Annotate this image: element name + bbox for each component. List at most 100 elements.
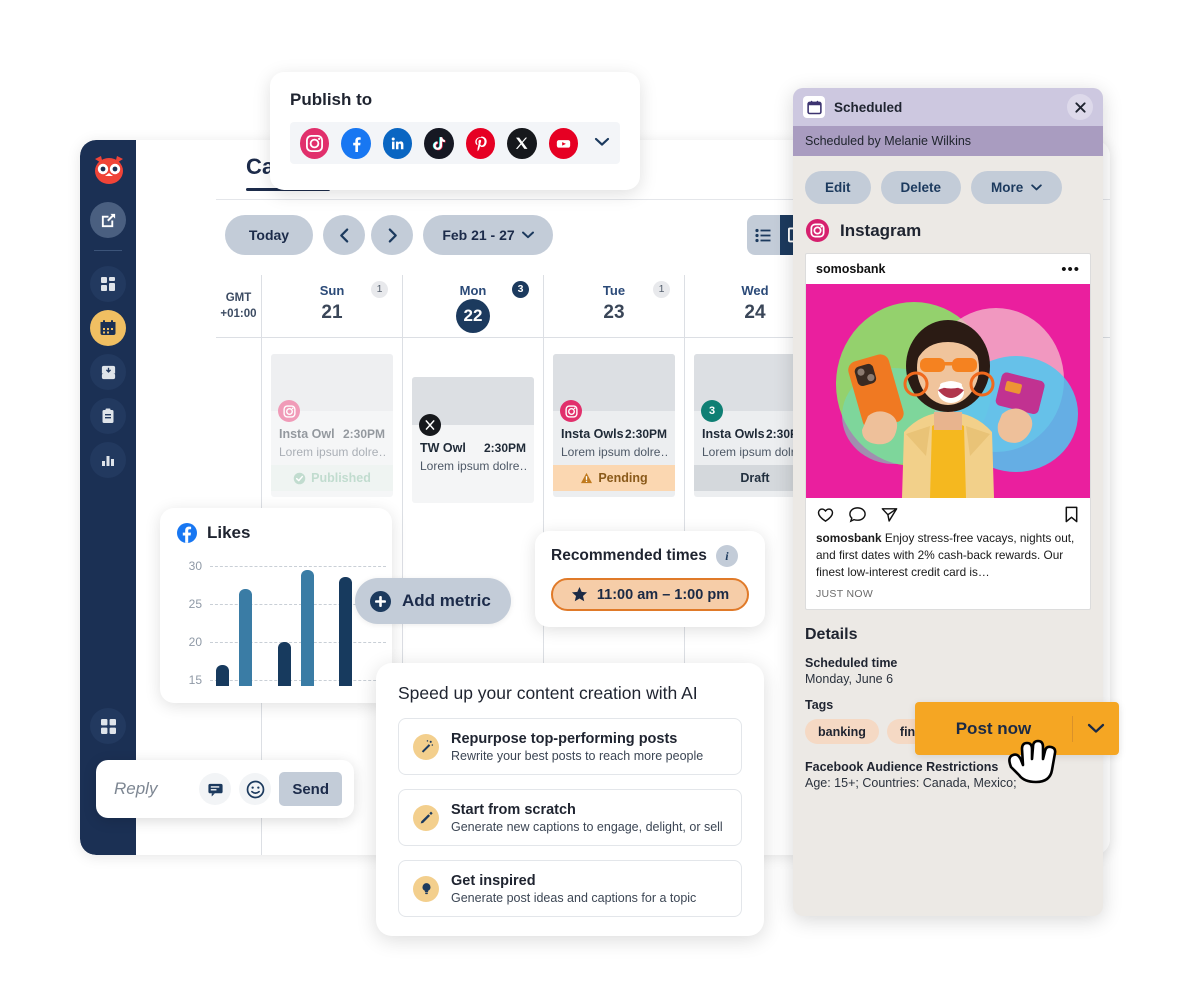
chart-bar — [301, 570, 314, 686]
event-title: Insta Owl — [279, 427, 335, 441]
event-status-label: Published — [311, 471, 371, 485]
network-instagram-button[interactable] — [300, 127, 330, 159]
sidebar-item-compose[interactable] — [90, 202, 126, 238]
star-icon — [571, 586, 587, 602]
event-card[interactable]: Insta Owls 2:30PM Lorem ipsum dolre… Pen… — [553, 354, 675, 497]
day-number-today: 22 — [456, 299, 490, 333]
day-column-header[interactable]: Tue 1 23 — [544, 275, 685, 338]
pencil-icon — [413, 804, 439, 831]
post-now-chevron-down-icon[interactable] — [1073, 723, 1119, 734]
likes-title: Likes — [207, 523, 251, 542]
event-card[interactable]: TW Owl 2:30PM Lorem ipsum dolre… — [412, 377, 534, 503]
event-card[interactable]: Insta Owl 2:30PM Lorem ipsum dolre… Publ… — [271, 354, 393, 497]
edit-button[interactable]: Edit — [805, 171, 871, 204]
check-circle-icon — [293, 472, 306, 484]
inbox-icon — [101, 365, 115, 379]
scheduled-time-label: Scheduled time — [805, 656, 898, 671]
info-icon[interactable]: i — [715, 545, 738, 567]
share-icon[interactable] — [880, 505, 899, 524]
ai-option-scratch[interactable]: Start from scratch Generate new captions… — [398, 789, 742, 846]
network-x-button[interactable] — [507, 127, 537, 159]
multi-network-count-icon: 3 — [701, 400, 723, 422]
recommended-time-slot[interactable]: 11:00 am – 1:00 pm — [551, 578, 749, 611]
grid-icon — [101, 277, 115, 291]
comment-icon[interactable] — [199, 773, 232, 805]
scheduled-time-value: Monday, June 6 — [805, 672, 894, 687]
network-pinterest-button[interactable] — [465, 127, 496, 159]
tag-chip[interactable]: banking — [805, 719, 879, 745]
network-facebook-button[interactable] — [341, 127, 371, 159]
instagram-username: somosbank — [816, 262, 886, 276]
post-now-label: Post now — [955, 718, 1032, 738]
gridline — [210, 642, 386, 643]
sidebar-divider — [94, 250, 122, 251]
event-thumbnail — [412, 377, 534, 436]
event-title: Insta Owls — [561, 427, 624, 441]
expand-networks-chevron-down-icon[interactable] — [594, 134, 610, 152]
calendar-icon — [100, 320, 116, 335]
y-axis-tick: 30 — [188, 559, 202, 573]
reply-bar: Reply Send — [96, 760, 354, 818]
network-linkedin-button[interactable] — [382, 127, 413, 159]
sidebar-item-planner[interactable] — [90, 398, 126, 434]
next-week-button[interactable] — [371, 215, 413, 255]
date-range-selector[interactable]: Feb 21 - 27 — [423, 215, 553, 255]
delete-button[interactable]: Delete — [880, 171, 962, 204]
magic-wand-icon — [413, 733, 439, 760]
apps-grid-icon — [100, 718, 116, 734]
scheduled-network-row: Instagram — [793, 204, 1103, 243]
post-now-button[interactable]: Post now — [915, 702, 1119, 755]
day-post-count-badge: 1 — [371, 281, 388, 298]
sidebar-item-inbox[interactable] — [90, 354, 126, 390]
sidebar-item-calendar[interactable] — [90, 310, 126, 346]
add-metric-button[interactable]: Add metric — [355, 578, 511, 624]
ai-option-heading: Repurpose top-performing posts — [451, 730, 678, 747]
chart-bar — [239, 589, 252, 686]
day-number: 21 — [321, 302, 343, 323]
scheduled-actions-row: Edit Delete More — [793, 156, 1103, 204]
sidebar-item-apps[interactable] — [90, 708, 126, 744]
likes-bar-chart: 30 25 20 15 — [176, 558, 386, 687]
network-tiktok-button[interactable] — [424, 127, 454, 159]
timezone-line-1: GMT — [225, 291, 252, 304]
heart-icon[interactable] — [816, 505, 835, 524]
owl-logo[interactable] — [90, 152, 128, 190]
today-button[interactable]: Today — [225, 215, 313, 255]
instagram-more-icon[interactable]: ••• — [1061, 262, 1080, 277]
y-axis-tick: 15 — [188, 673, 202, 687]
ai-option-heading: Get inspired — [451, 872, 536, 889]
ai-card-title: Speed up your content creation with AI — [398, 683, 698, 703]
details-heading: Details — [805, 626, 858, 644]
x-twitter-icon — [419, 414, 441, 436]
publish-to-card: Publish to — [270, 72, 640, 190]
event-description: Lorem ipsum dolre… — [561, 445, 667, 459]
send-button[interactable]: Send — [279, 772, 342, 806]
instagram-icon — [278, 400, 300, 422]
emoji-icon[interactable] — [239, 773, 272, 805]
more-button[interactable]: More — [971, 171, 1063, 204]
bar-chart-icon — [102, 456, 114, 466]
scheduled-by-label: Scheduled by Melanie Wilkins — [793, 126, 1103, 156]
day-column-header[interactable]: Sun 1 21 — [262, 275, 403, 338]
day-column-header[interactable]: Mon 3 22 — [403, 275, 544, 338]
bookmark-icon[interactable] — [1063, 505, 1080, 524]
sidebar-item-analytics[interactable] — [90, 442, 126, 478]
chart-bar — [216, 665, 229, 686]
sidebar-item-dashboard[interactable] — [90, 266, 126, 302]
likes-card-header: Likes — [176, 522, 376, 544]
add-metric-label: Add metric — [402, 591, 491, 610]
left-sidebar — [80, 140, 136, 855]
prev-week-button[interactable] — [323, 215, 365, 255]
ai-option-subtitle: Generate new captions to engage, delight… — [451, 819, 723, 834]
reply-input[interactable]: Reply — [108, 779, 191, 799]
ai-content-creation-card: Speed up your content creation with AI R… — [376, 663, 764, 936]
instagram-post-timestamp: JUST NOW — [816, 588, 874, 601]
ai-option-inspired[interactable]: Get inspired Generate post ideas and cap… — [398, 860, 742, 917]
instagram-icon — [560, 400, 582, 422]
comment-icon[interactable] — [848, 505, 867, 524]
ai-option-repurpose[interactable]: Repurpose top-performing posts Rewrite y… — [398, 718, 742, 775]
network-youtube-button[interactable] — [548, 127, 578, 159]
view-list-button[interactable] — [747, 215, 780, 255]
close-icon[interactable] — [1067, 94, 1093, 120]
chart-bar — [278, 642, 291, 686]
